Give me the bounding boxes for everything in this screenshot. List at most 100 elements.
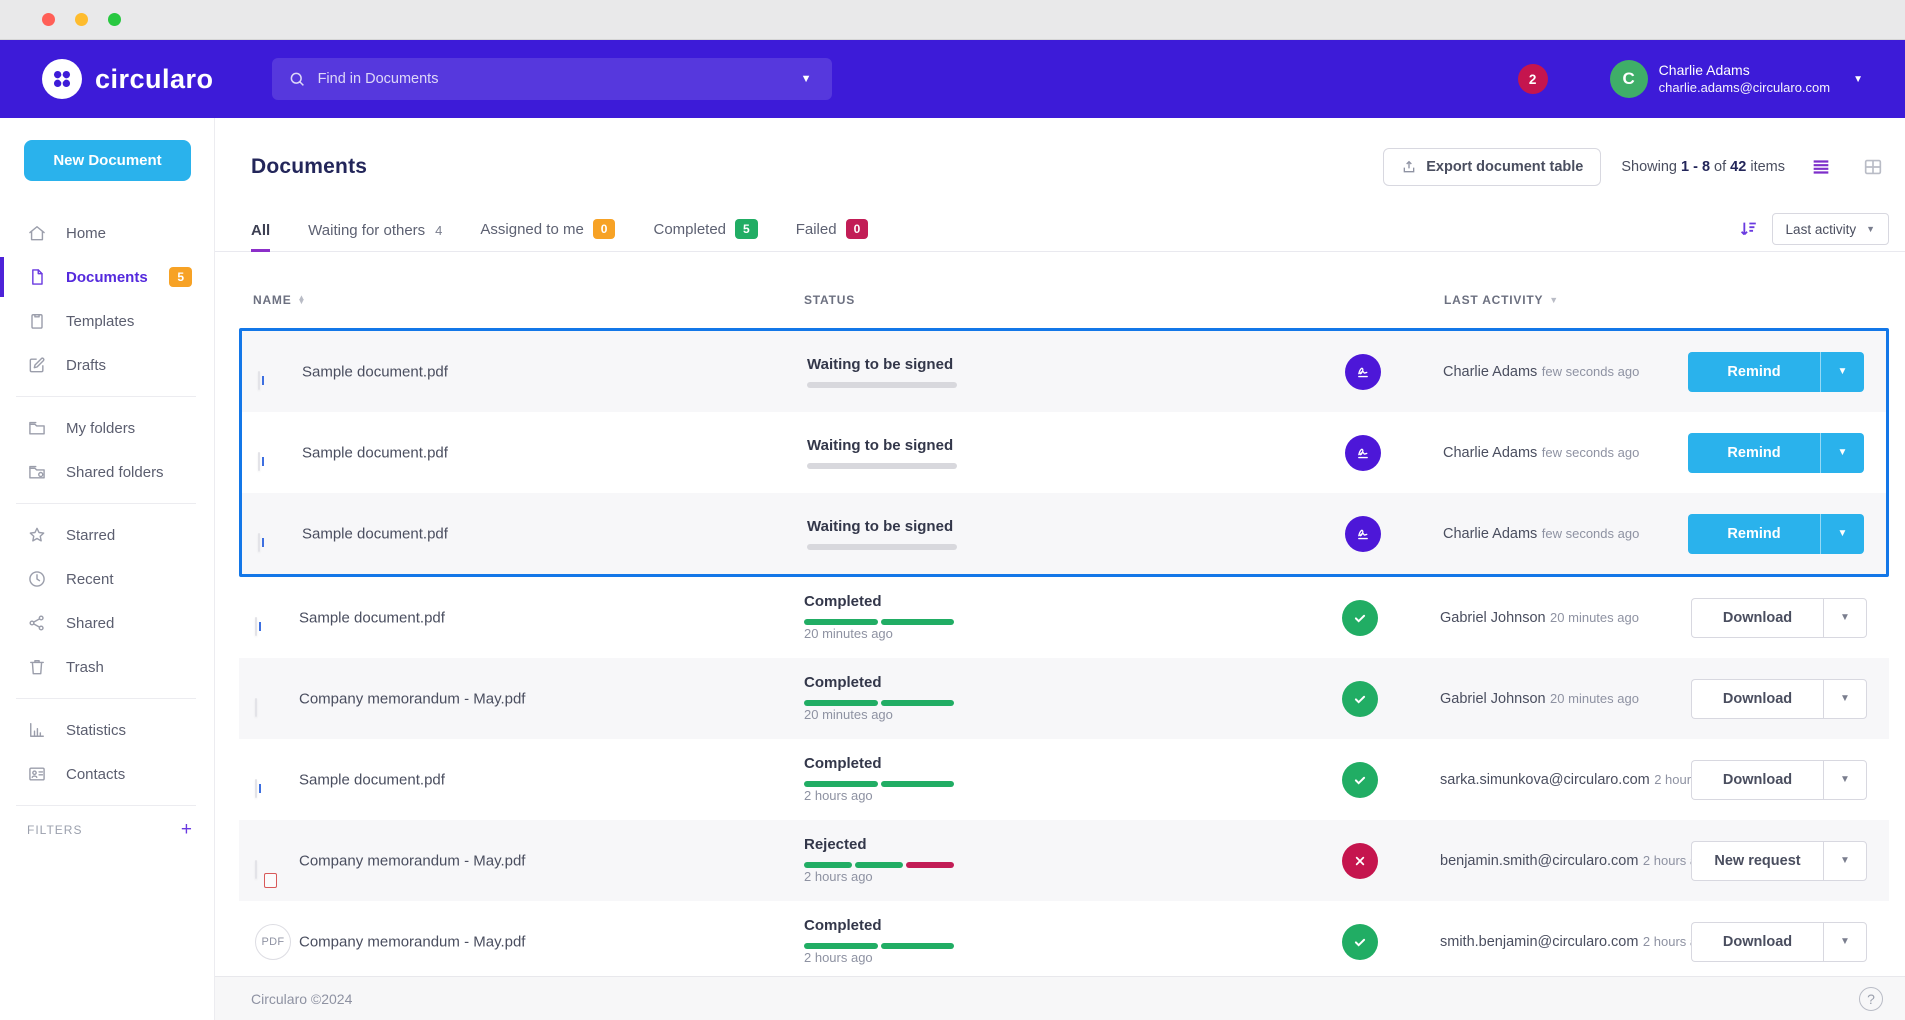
column-header-last-activity[interactable]: LAST ACTIVITY ▼	[1444, 293, 1559, 307]
sidebar-item-label: Trash	[66, 659, 104, 676]
status-label: Waiting to be signed	[807, 356, 953, 373]
sidebar-item-trash[interactable]: Trash	[0, 645, 214, 689]
app-header: circularo ▼ 2 C Charlie Adams charlie.ad…	[0, 40, 1905, 118]
user-menu[interactable]: C Charlie Adams charlie.adams@circularo.…	[1610, 60, 1863, 98]
column-header-name[interactable]: NAME ▲▼	[253, 293, 306, 307]
table-row[interactable]: PDF Company memorandum - May.pdf Complet…	[239, 901, 1889, 982]
sidebar-item-templates[interactable]: Templates	[0, 299, 214, 343]
document-name[interactable]: Sample document.pdf	[302, 525, 448, 542]
share-icon	[27, 613, 47, 633]
maximize-button[interactable]	[108, 13, 121, 26]
divider	[16, 503, 196, 504]
actor-time: few seconds ago	[1542, 526, 1640, 541]
filters-section: FILTERS +	[0, 820, 214, 839]
document-thumbnail-icon	[258, 371, 260, 390]
sort-by-dropdown[interactable]: Last activity ▼	[1772, 213, 1889, 245]
clipboard-icon	[27, 311, 47, 331]
sidebar-item-drafts[interactable]: Drafts	[0, 343, 214, 387]
actor-time: few seconds ago	[1542, 364, 1640, 379]
tab-waiting-for-others[interactable]: Waiting for others4	[308, 222, 442, 251]
row-action-dropdown[interactable]: ▼	[1823, 679, 1867, 719]
row-action: New request ▼	[1691, 841, 1867, 881]
sidebar-item-my-folders[interactable]: My folders	[0, 406, 214, 450]
user-email: charlie.adams@circularo.com	[1659, 80, 1830, 96]
search-scope-caret-icon[interactable]: ▼	[797, 69, 816, 89]
row-action: Download ▼	[1691, 922, 1867, 962]
sidebar-item-recent[interactable]: Recent	[0, 557, 214, 601]
row-action-button[interactable]: New request	[1691, 841, 1823, 881]
table-row[interactable]: Sample document.pdf Waiting to be signed…	[242, 412, 1886, 493]
filters-label: FILTERS	[27, 823, 82, 837]
document-name[interactable]: Company memorandum - May.pdf	[299, 690, 525, 707]
grid-view-button[interactable]	[1857, 152, 1889, 182]
new-document-button[interactable]: New Document	[24, 140, 191, 181]
document-name[interactable]: Company memorandum - May.pdf	[299, 852, 525, 869]
document-thumbnail-icon	[258, 452, 260, 471]
table-row[interactable]: Company memorandum - May.pdf Completed 2…	[239, 658, 1889, 739]
table-row[interactable]: Company memorandum - May.pdf Rejected 2 …	[239, 820, 1889, 901]
window-title-bar	[0, 0, 1905, 40]
sidebar-item-shared-folders[interactable]: Shared folders	[0, 450, 214, 494]
row-action-button[interactable]: Download	[1691, 598, 1823, 638]
row-action-dropdown[interactable]: ▼	[1823, 841, 1867, 881]
document-name[interactable]: Company memorandum - May.pdf	[299, 933, 525, 950]
last-activity-cell: Charlie Adams few seconds ago	[1443, 363, 1639, 381]
tab-failed[interactable]: Failed0	[796, 219, 869, 251]
brand-name: circularo	[95, 64, 214, 95]
sidebar-item-label: Starred	[66, 527, 115, 544]
table-row[interactable]: Sample document.pdf Completed 20 minutes…	[239, 577, 1889, 658]
tab-assigned-to-me[interactable]: Assigned to me0	[480, 219, 615, 251]
sort-direction-icon[interactable]	[1737, 218, 1759, 240]
row-action-button[interactable]: Remind	[1688, 352, 1820, 392]
row-action-dropdown[interactable]: ▼	[1820, 433, 1864, 473]
sidebar-item-home[interactable]: Home	[0, 211, 214, 255]
status-time: 2 hours ago	[804, 869, 873, 884]
folder-shared-icon	[27, 462, 47, 482]
last-activity-cell: Charlie Adams few seconds ago	[1443, 444, 1639, 462]
signature-status-icon	[1345, 354, 1381, 390]
export-document-table-button[interactable]: Export document table	[1383, 148, 1601, 186]
help-button[interactable]: ?	[1859, 987, 1883, 1011]
row-action-dropdown[interactable]: ▼	[1823, 760, 1867, 800]
status-cell: Completed 20 minutes ago	[804, 674, 989, 724]
document-name[interactable]: Sample document.pdf	[299, 771, 445, 788]
list-view-button[interactable]	[1805, 152, 1837, 182]
row-action-button[interactable]: Remind	[1688, 433, 1820, 473]
status-progress-bar	[807, 382, 957, 388]
sidebar-item-label: Recent	[66, 571, 114, 588]
minimize-button[interactable]	[75, 13, 88, 26]
sidebar-item-statistics[interactable]: Statistics	[0, 708, 214, 752]
tab-completed[interactable]: Completed5	[653, 219, 757, 251]
actor-name: Gabriel Johnson	[1440, 691, 1546, 707]
document-search[interactable]: ▼	[272, 58, 832, 100]
tab-all[interactable]: All	[251, 222, 270, 251]
document-name[interactable]: Sample document.pdf	[299, 609, 445, 626]
close-button[interactable]	[42, 13, 55, 26]
document-name[interactable]: Sample document.pdf	[302, 363, 448, 380]
row-action-dropdown[interactable]: ▼	[1823, 922, 1867, 962]
tab-count-badge: 5	[735, 219, 758, 239]
sidebar-item-label: Shared folders	[66, 464, 164, 481]
row-action-button[interactable]: Download	[1691, 679, 1823, 719]
row-action-dropdown[interactable]: ▼	[1820, 514, 1864, 554]
notification-badge[interactable]: 2	[1518, 64, 1548, 94]
row-action-dropdown[interactable]: ▼	[1820, 352, 1864, 392]
table-row[interactable]: Sample document.pdf Waiting to be signed…	[242, 331, 1886, 412]
sidebar-item-label: Drafts	[66, 357, 106, 374]
add-filter-button[interactable]: +	[181, 820, 192, 839]
row-action-dropdown[interactable]: ▼	[1823, 598, 1867, 638]
sidebar-item-starred[interactable]: Starred	[0, 513, 214, 557]
row-action-button[interactable]: Download	[1691, 922, 1823, 962]
row-action-button[interactable]: Download	[1691, 760, 1823, 800]
table-row[interactable]: Sample document.pdf Waiting to be signed…	[242, 493, 1886, 574]
check-status-icon	[1342, 681, 1378, 717]
sidebar-item-contacts[interactable]: Contacts	[0, 752, 214, 796]
row-action-button[interactable]: Remind	[1688, 514, 1820, 554]
sidebar-item-shared[interactable]: Shared	[0, 601, 214, 645]
sort-caret-icon: ▼	[1866, 224, 1875, 234]
search-input[interactable]	[318, 71, 797, 87]
document-name[interactable]: Sample document.pdf	[302, 444, 448, 461]
table-row[interactable]: Sample document.pdf Completed 2 hours ag…	[239, 739, 1889, 820]
sidebar-item-documents[interactable]: Documents5	[0, 255, 214, 299]
progress-segment	[804, 943, 878, 949]
